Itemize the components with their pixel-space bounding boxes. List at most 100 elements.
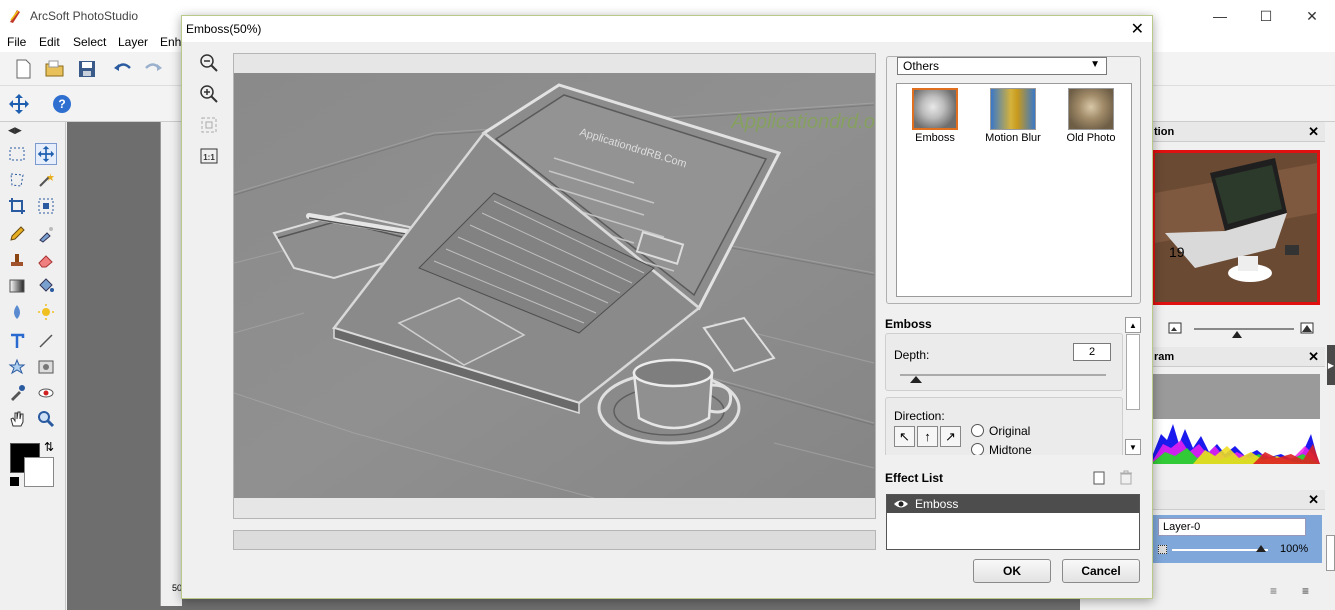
direction-setting-box: Direction: ↖ ↑ ↗ Original Midtone [885, 397, 1123, 455]
navigator-zoom-slider[interactable] [1194, 328, 1294, 330]
layer-opacity-thumb[interactable] [1256, 545, 1266, 552]
shape-tool-icon[interactable] [6, 356, 28, 378]
frame-tool-icon[interactable] [35, 356, 57, 378]
new-effect-icon[interactable] [1093, 471, 1105, 485]
undo-icon[interactable] [112, 58, 134, 80]
new-file-icon[interactable] [12, 58, 34, 80]
pencil-tool-icon[interactable] [6, 223, 28, 245]
scrollbar-thumb[interactable] [1126, 334, 1140, 410]
depth-slider-track[interactable] [900, 374, 1106, 376]
right-dock: tion ✕ 19 ram ✕ ✕ Layer-0 100% ≡ ≡ [1150, 122, 1335, 610]
trash-icon[interactable] [1119, 470, 1133, 485]
effect-thumb-label: Motion Blur [985, 132, 1041, 144]
airbrush-tool-icon[interactable] [35, 223, 57, 245]
category-dropdown-value: Others [903, 59, 940, 73]
minimize-button[interactable]: — [1197, 0, 1243, 32]
layer-menu-icon[interactable]: ≡ [1302, 584, 1309, 598]
navigator-close-icon[interactable]: ✕ [1308, 124, 1319, 140]
text-tool-icon[interactable] [6, 330, 28, 352]
histogram-close-icon[interactable]: ✕ [1308, 349, 1319, 365]
background-color-swatch[interactable] [24, 457, 54, 487]
effect-list-title: Effect List [885, 471, 944, 485]
close-window-button[interactable]: ✕ [1289, 0, 1335, 32]
ok-button[interactable]: OK [973, 559, 1051, 583]
move-icon[interactable] [8, 93, 30, 115]
move-tool-icon[interactable] [35, 143, 57, 165]
maximize-button[interactable]: ☐ [1243, 0, 1289, 32]
layer-options-icon[interactable]: ≡ [1270, 584, 1277, 598]
layers-panel-header: ✕ [1150, 490, 1325, 510]
cancel-button[interactable]: Cancel [1062, 559, 1140, 583]
navigator-preview[interactable]: 19 [1152, 150, 1320, 305]
preview-image[interactable]: ApplicationdrdRB.Com Applicationdrd.o [234, 73, 875, 498]
navigator-thumbnail-image: 19 [1155, 153, 1317, 302]
direction-up-button[interactable]: ↑ [917, 426, 938, 447]
direction-up-left-button[interactable]: ↖ [894, 426, 915, 447]
settings-scrollbar[interactable]: ▲ ▼ [1125, 317, 1141, 455]
layer-opacity-slider[interactable] [1172, 549, 1268, 551]
crop-tool-icon[interactable] [6, 195, 28, 217]
menu-select[interactable]: Select [73, 35, 106, 49]
line-tool-icon[interactable] [35, 330, 57, 352]
layer-name-field[interactable]: Layer-0 [1158, 518, 1306, 536]
dialog-titlebar: Emboss(50%) ✕ [182, 16, 1152, 42]
zoom-tool-icon[interactable] [35, 408, 57, 430]
fit-to-window-button[interactable] [198, 114, 220, 136]
eraser-tool-icon[interactable] [35, 249, 57, 271]
layers-close-icon[interactable]: ✕ [1308, 492, 1319, 508]
magic-wand-tool-icon[interactable] [35, 169, 57, 191]
blur-tool-icon[interactable] [6, 301, 28, 323]
hand-tool-icon[interactable] [6, 408, 28, 430]
depth-slider-thumb[interactable] [910, 376, 923, 383]
panel-collapse-icon[interactable]: ◀▶ [8, 125, 22, 136]
brightness-tool-icon[interactable] [35, 301, 57, 323]
menu-file[interactable]: File [7, 35, 26, 49]
menu-layer[interactable]: Layer [118, 35, 148, 49]
red-eye-tool-icon[interactable] [35, 382, 57, 404]
radio-original[interactable] [971, 424, 984, 437]
paint-bucket-tool-icon[interactable] [35, 275, 57, 297]
layer-mask-icon[interactable] [1158, 545, 1167, 554]
effect-thumb-old-photo[interactable]: Old Photo [1056, 88, 1126, 144]
effect-thumb-emboss[interactable]: Emboss [900, 88, 970, 144]
clone-stamp-tool-icon[interactable] [6, 249, 28, 271]
gradient-tool-icon[interactable] [6, 275, 28, 297]
dialog-close-button[interactable]: ✕ [1131, 19, 1144, 39]
save-icon[interactable] [76, 58, 98, 80]
depth-input[interactable]: 2 [1073, 343, 1111, 361]
zoom-out-button[interactable] [198, 52, 220, 74]
menu-enhance[interactable]: Enh [160, 35, 181, 49]
actual-size-button[interactable]: 1:1 [198, 145, 220, 167]
emboss-thumbnail-icon [912, 88, 958, 130]
zoom-in-button[interactable] [198, 83, 220, 105]
effect-list-item-label: Emboss [915, 497, 959, 511]
dock-scrollbar[interactable] [1326, 535, 1335, 571]
default-colors-icon[interactable] [10, 477, 19, 486]
swap-colors-icon[interactable]: ⇅ [44, 440, 54, 454]
effect-list-item[interactable]: Emboss [887, 495, 1139, 513]
redo-icon[interactable] [142, 58, 164, 80]
help-icon[interactable]: ? [51, 93, 73, 115]
transform-tool-icon[interactable] [35, 195, 57, 217]
scroll-down-icon[interactable]: ▼ [1125, 439, 1141, 455]
svg-text:?: ? [58, 97, 65, 111]
rect-select-tool-icon[interactable] [6, 143, 28, 165]
category-dropdown[interactable]: Others ▼ [897, 57, 1107, 75]
zoom-in-small-icon[interactable] [1300, 322, 1314, 334]
eye-visibility-icon[interactable] [893, 498, 909, 510]
emboss-dialog: Emboss(50%) ✕ 1:1 ApplicationdrdRB.Com A… [181, 15, 1153, 599]
direction-up-right-button[interactable]: ↗ [940, 426, 961, 447]
lasso-tool-icon[interactable] [6, 169, 28, 191]
radio-midtone[interactable] [971, 443, 984, 455]
layer-row[interactable]: Layer-0 100% [1152, 515, 1322, 563]
effect-thumb-motion-blur[interactable]: Motion Blur [978, 88, 1048, 144]
navigator-zoom-thumb[interactable] [1232, 331, 1242, 338]
zoom-out-small-icon[interactable] [1168, 322, 1182, 334]
depth-label: Depth: [894, 348, 930, 362]
open-folder-icon[interactable] [44, 58, 66, 80]
eyedropper-tool-icon[interactable] [6, 382, 28, 404]
menu-edit[interactable]: Edit [39, 35, 60, 49]
preview-watermark: Applicationdrd.org [730, 111, 875, 133]
dock-expand-handle[interactable]: ▶ [1327, 345, 1335, 385]
scroll-up-icon[interactable]: ▲ [1125, 317, 1141, 333]
